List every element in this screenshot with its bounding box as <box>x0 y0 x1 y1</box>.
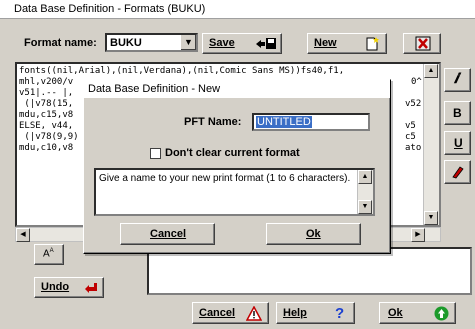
pft-name-label: PFT Name: <box>184 116 242 128</box>
code-fragment: v52 <box>405 99 422 109</box>
undo-button-label: Undo <box>41 281 70 293</box>
code-line: fonts((nil,Arial),(nil,Verdana),(nil,Com… <box>19 66 345 76</box>
scroll-left-icon[interactable]: ◀ <box>16 228 30 242</box>
scroll-down-icon[interactable]: ▼ <box>424 211 438 225</box>
format-name-value: BUKU <box>110 37 142 49</box>
cancel-button[interactable]: Cancel <box>192 302 269 324</box>
format-name-label: Format name: <box>24 37 97 49</box>
eraser-icon <box>452 166 464 179</box>
message-area <box>147 247 472 295</box>
ok-button[interactable]: Ok <box>379 302 456 324</box>
new-format-dialog-titlebar[interactable]: Data Base Definition - New <box>84 80 390 98</box>
dont-clear-checkbox[interactable] <box>150 148 161 159</box>
help-button-label: Help <box>283 307 307 319</box>
dialog-hint-text: Give a name to your new print format (1 … <box>99 173 351 184</box>
code-line: mhl,v200/v <box>19 77 74 87</box>
highlight-tool-button[interactable] <box>444 160 471 184</box>
code-line: mdu,c15,v8 <box>19 110 74 120</box>
undo-arrow-icon <box>85 283 97 293</box>
delete-format-button[interactable] <box>403 33 441 54</box>
scroll-down-icon[interactable]: ▼ <box>358 200 372 214</box>
green-up-arrow-icon <box>434 306 449 321</box>
code-fragment: v5 <box>405 121 416 131</box>
new-document-icon <box>366 37 379 51</box>
dialog-hint-box: Give a name to your new print format (1 … <box>94 168 375 216</box>
code-line: (|v78(9,9) <box>19 132 79 142</box>
font-size-icon: AA <box>43 248 54 260</box>
scroll-up-icon[interactable]: ▲ <box>424 64 438 78</box>
underline-tool-button[interactable]: U <box>444 131 471 155</box>
scroll-up-icon[interactable]: ▲ <box>358 170 372 184</box>
editor-vertical-scrollbar[interactable]: ▲ ▼ <box>423 64 439 225</box>
save-button-label: Save <box>209 37 235 49</box>
dont-clear-checkbox-label[interactable]: Don't clear current format <box>165 147 300 159</box>
code-line: mdu,c10,v8 <box>19 143 74 153</box>
undo-button[interactable]: Undo <box>34 277 104 298</box>
dialog-cancel-label: Cancel <box>150 228 187 240</box>
floppy-disk-icon <box>256 38 276 49</box>
code-fragment: ato <box>405 143 422 153</box>
code-line: v51|.-- |, <box>19 88 74 98</box>
bold-tool-button[interactable]: B <box>444 101 471 125</box>
font-size-button[interactable]: AA <box>34 244 64 265</box>
scroll-right-icon[interactable]: ▶ <box>411 228 425 242</box>
ok-button-label: Ok <box>388 307 403 319</box>
dialog-cancel-button[interactable]: Cancel <box>120 223 215 245</box>
save-button[interactable]: Save <box>202 33 282 54</box>
new-format-dialog: Data Base Definition - New PFT Name: UNT… <box>83 79 391 254</box>
dialog-ok-button[interactable]: Ok <box>266 223 361 245</box>
warning-icon <box>246 306 262 321</box>
new-button[interactable]: New <box>307 33 387 54</box>
question-mark-icon: ? <box>335 305 345 322</box>
code-fragment: c5 <box>405 132 416 142</box>
formats-window-titlebar[interactable]: Data Base Definition - Formats (BUKU) <box>0 0 475 19</box>
cancel-button-label: Cancel <box>199 307 236 319</box>
format-name-combo[interactable]: BUKU ▼ <box>105 33 198 52</box>
code-line: (|v78(15, <box>19 99 74 109</box>
chevron-down-icon[interactable]: ▼ <box>180 35 196 50</box>
dialog-ok-label: Ok <box>306 228 321 240</box>
new-button-label: New <box>314 37 337 49</box>
italic-tool-button[interactable]: 𝒊 <box>444 68 471 92</box>
underline-icon: U <box>454 136 463 150</box>
code-fragment: 0^ <box>411 77 422 87</box>
italic-icon: 𝒊 <box>454 72 458 87</box>
pft-name-value: UNTITLED <box>256 116 312 128</box>
bold-icon: B <box>453 106 462 120</box>
new-format-dialog-title: Data Base Definition - New <box>88 83 221 95</box>
formats-window-title: Data Base Definition - Formats (BUKU) <box>14 3 206 15</box>
delete-x-icon <box>415 36 431 51</box>
hint-scrollbar[interactable]: ▲ ▼ <box>357 170 373 214</box>
help-button[interactable]: Help ? <box>276 302 355 324</box>
code-line: ELSE, v44, <box>19 121 74 131</box>
pft-name-input[interactable]: UNTITLED <box>252 113 370 131</box>
